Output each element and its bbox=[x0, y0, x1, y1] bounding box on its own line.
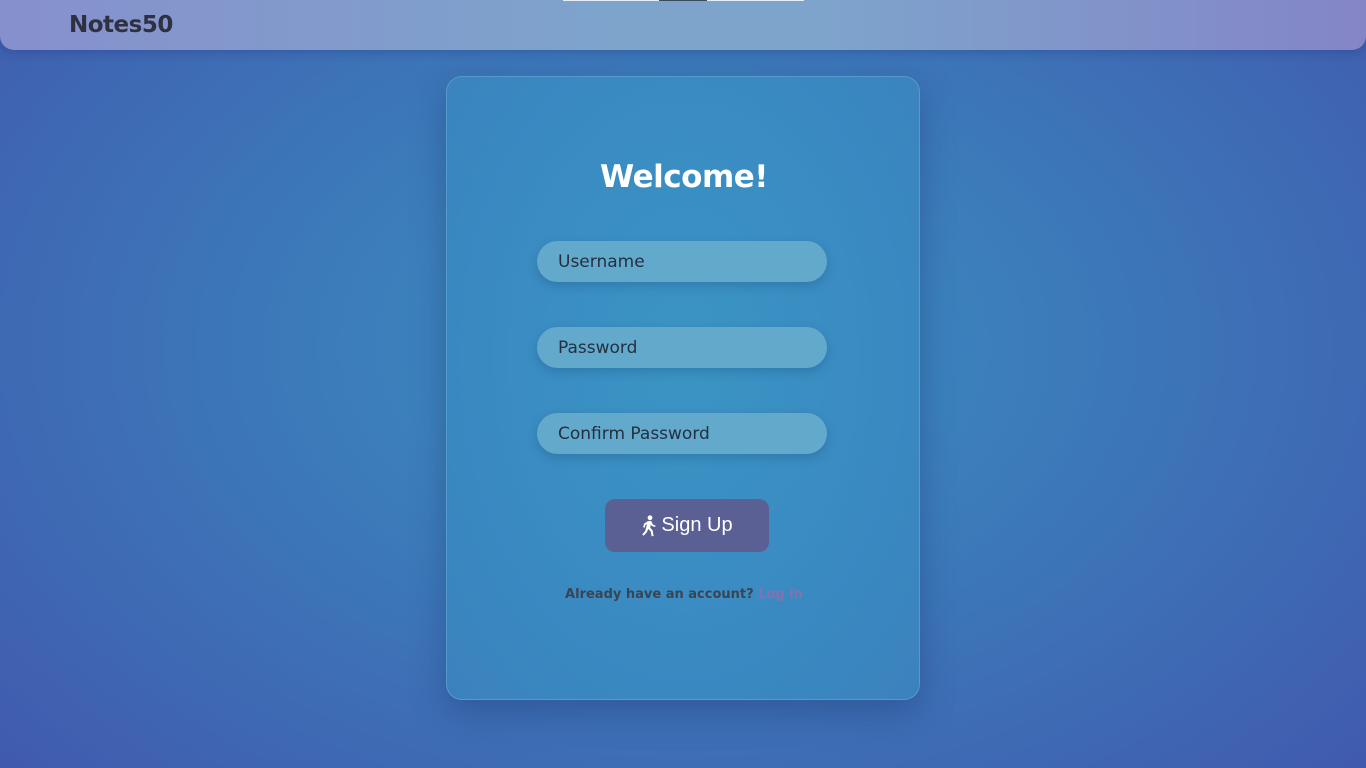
confirm-password-input[interactable] bbox=[537, 413, 827, 454]
login-prompt: Already have an account? Log in bbox=[447, 586, 921, 604]
password-input[interactable] bbox=[537, 327, 827, 368]
brand-logo[interactable]: Notes50 bbox=[69, 11, 173, 39]
username-input[interactable] bbox=[537, 241, 827, 282]
top-strip-middle bbox=[659, 0, 707, 1]
log-in-link[interactable]: Log in bbox=[758, 587, 803, 602]
top-navbar: Notes50 bbox=[0, 0, 1366, 50]
login-prompt-text: Already have an account? bbox=[565, 587, 754, 602]
top-strip-right bbox=[707, 0, 804, 1]
sign-up-button[interactable]: Sign Up bbox=[605, 499, 769, 552]
top-strip-left bbox=[563, 0, 659, 1]
walking-person-icon bbox=[642, 514, 657, 536]
sign-up-label: Sign Up bbox=[661, 514, 733, 536]
page-title: Welcome! bbox=[600, 159, 768, 195]
signup-card: Welcome! Sign Up Already have an account… bbox=[446, 76, 920, 700]
